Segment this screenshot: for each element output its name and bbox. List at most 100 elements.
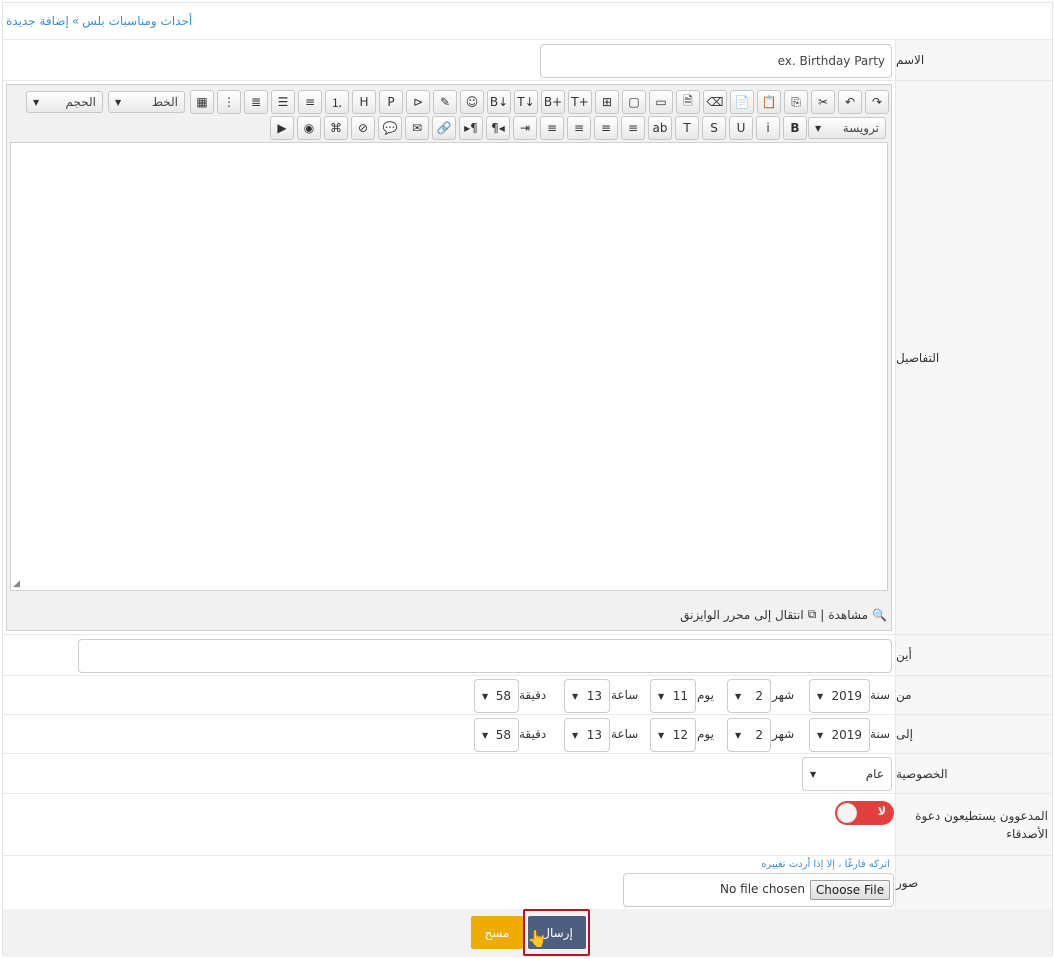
image-add-icon[interactable]: ⊞ xyxy=(595,90,619,114)
resize-grip-icon[interactable]: ◢ xyxy=(13,579,20,589)
invite-toggle[interactable]: لا xyxy=(835,801,894,825)
row-to: سنة 2019 ▼ شهر 2 ▼ يوم 12 ▼ ساعة 13 ▼ دق… xyxy=(3,715,1052,754)
justify-icon[interactable]: ≡ xyxy=(540,116,564,140)
row-privacy: عام ▼ الخصوصية xyxy=(3,754,1052,794)
text-down-icon[interactable]: T↓ xyxy=(514,90,538,114)
align-left-icon[interactable]: ≡ xyxy=(567,116,591,140)
unlink-icon[interactable]: ⊘ xyxy=(351,116,375,140)
bold-icon[interactable]: B xyxy=(783,116,807,140)
search-icon: 🔍 xyxy=(872,607,887,622)
from-minute-select[interactable]: 58 ▼ xyxy=(474,679,519,713)
italic-icon[interactable]: i xyxy=(756,116,780,140)
row-from: سنة 2019 ▼ شهر 2 ▼ يوم 11 ▼ ساعة 13 ▼ دق… xyxy=(3,676,1052,715)
choose-file-button[interactable]: Choose File xyxy=(810,880,890,900)
to-label: إلى xyxy=(895,715,1052,753)
code-icon[interactable]: 🗎 xyxy=(676,90,700,114)
to-day-select[interactable]: 12 ▼ xyxy=(650,718,696,752)
font-family-select[interactable]: الخط ▼ xyxy=(108,91,185,113)
text-add-icon[interactable]: T+ xyxy=(568,90,592,114)
eraser-icon[interactable]: ⌫ xyxy=(703,90,727,114)
reset-button[interactable]: مسح xyxy=(471,916,523,949)
heading-label: ترويسة xyxy=(842,121,879,135)
strike-icon[interactable]: S xyxy=(702,116,726,140)
to-year-select[interactable]: 2019 ▼ xyxy=(809,718,870,752)
to-month-select[interactable]: 2 ▼ xyxy=(727,718,771,752)
name-input[interactable] xyxy=(540,44,892,78)
privacy-select[interactable]: عام ▼ xyxy=(802,757,892,791)
copy-icon[interactable]: ⎘ xyxy=(784,90,808,114)
ordered-list-icon[interactable]: ⒈ xyxy=(325,90,349,114)
bbcode-add-icon[interactable]: B+ xyxy=(541,90,565,114)
chevron-down-icon: ▼ xyxy=(572,691,579,701)
note-edit-icon[interactable]: ✎ xyxy=(433,90,457,114)
underline-icon[interactable]: U xyxy=(729,116,753,140)
list-alt-icon[interactable]: ☰ xyxy=(271,90,295,114)
email-icon[interactable]: ✉ xyxy=(405,116,429,140)
row-invite: لا المدعوون يستطيعون دعوة الأصدقاء xyxy=(3,794,1052,856)
switch-editor-icon: ⧉ xyxy=(807,607,817,621)
undo-icon[interactable]: ↶ xyxy=(838,90,862,114)
chevron-down-icon: ▼ xyxy=(815,123,822,133)
from-hour-select[interactable]: 13 ▼ xyxy=(564,679,610,713)
from-month-select[interactable]: 2 ▼ xyxy=(727,679,771,713)
qr-icon[interactable]: ▦ xyxy=(190,90,214,114)
heading-select[interactable]: ترويسة ▼ xyxy=(808,117,886,139)
text-color-icon[interactable]: T xyxy=(675,116,699,140)
ltr-icon[interactable]: ▸¶ xyxy=(459,116,483,140)
console-icon[interactable]: ⊳ xyxy=(406,90,430,114)
video-icon[interactable]: ▶ xyxy=(270,116,294,140)
breadcrumb-parent-link[interactable]: أحداث ومناسبات بلس xyxy=(82,14,192,28)
breadcrumb-current: إضافة جديدة xyxy=(6,14,69,28)
where-label: أين xyxy=(895,635,1052,675)
php-icon[interactable]: P xyxy=(379,90,403,114)
chevron-down-icon: ▼ xyxy=(735,691,742,701)
box-icon[interactable]: ▭ xyxy=(649,90,673,114)
from-month-value: 2 xyxy=(755,689,763,703)
link-icon[interactable]: 🔗 xyxy=(432,116,456,140)
from-day-select[interactable]: 11 ▼ xyxy=(650,679,696,713)
editor-footer: 🔍 مشاهدة | ⧉ انتقال إلى محرر الوايزنق xyxy=(680,607,887,622)
image-gallery-icon[interactable]: ⌘ xyxy=(324,116,348,140)
from-minute-label: دقيقة xyxy=(519,688,547,702)
from-year-label: سنة xyxy=(870,688,891,702)
chevron-down-icon: ▼ xyxy=(482,691,489,701)
redo-icon[interactable]: ↷ xyxy=(865,90,889,114)
footer-separator: | xyxy=(820,607,825,622)
paste-text-icon[interactable]: 📄 xyxy=(730,90,754,114)
html-icon[interactable]: H xyxy=(352,90,376,114)
switch-wysiwyg-link[interactable]: انتقال إلى محرر الوايزنق xyxy=(680,608,804,622)
from-year-select[interactable]: 2019 ▼ xyxy=(809,679,870,713)
chevron-down-icon: ▼ xyxy=(658,691,665,701)
indent-list-icon[interactable]: ≣ xyxy=(244,90,268,114)
camera-icon[interactable]: ◉ xyxy=(297,116,321,140)
from-month-label: شهر xyxy=(772,688,795,702)
cut-icon[interactable]: ✂ xyxy=(811,90,835,114)
editor-text-area[interactable]: ◢ xyxy=(10,142,888,591)
list-icon[interactable]: ≡ xyxy=(298,90,322,114)
to-minute-select[interactable]: 58 ▼ xyxy=(474,718,519,752)
highlight-icon[interactable]: ab xyxy=(648,116,672,140)
indent-icon[interactable]: ⇥ xyxy=(513,116,537,140)
photo-file-input[interactable]: Choose File No file chosen xyxy=(623,873,894,907)
preview-link[interactable]: مشاهدة xyxy=(828,608,868,622)
chevron-down-icon: ▼ xyxy=(810,769,817,779)
smiley-icon[interactable]: ☺ xyxy=(460,90,484,114)
rtl-icon[interactable]: ¶◂ xyxy=(486,116,510,140)
font-size-label: الحجم xyxy=(65,95,96,109)
editor-toolbar-row-2: Bi U S Tab ≡ ≡ ≡ ≡ ⇥ ¶◂ ▸¶ 🔗 ✉ 💬 ⊘ ⌘ ◉ ▶ xyxy=(270,116,807,140)
breadcrumb-separator: » xyxy=(71,14,80,28)
indent-list-alt-icon[interactable]: ⋮ xyxy=(217,90,241,114)
to-minute-label: دقيقة xyxy=(519,727,547,741)
where-input[interactable] xyxy=(78,639,892,673)
toggle-text: لا xyxy=(877,805,886,818)
to-month-value: 2 xyxy=(755,728,763,742)
photos-hint: اتركه فارغًا ، إلا إذا أردت تغييره xyxy=(761,859,890,870)
image-icon[interactable]: ▢ xyxy=(622,90,646,114)
bbcode-down-icon[interactable]: B↓ xyxy=(487,90,511,114)
font-size-select[interactable]: الحجم ▼ xyxy=(26,91,103,113)
quote-icon[interactable]: 💬 xyxy=(378,116,402,140)
align-center-icon[interactable]: ≡ xyxy=(594,116,618,140)
paste-icon[interactable]: 📋 xyxy=(757,90,781,114)
align-right-icon[interactable]: ≡ xyxy=(621,116,645,140)
to-hour-select[interactable]: 13 ▼ xyxy=(564,718,610,752)
